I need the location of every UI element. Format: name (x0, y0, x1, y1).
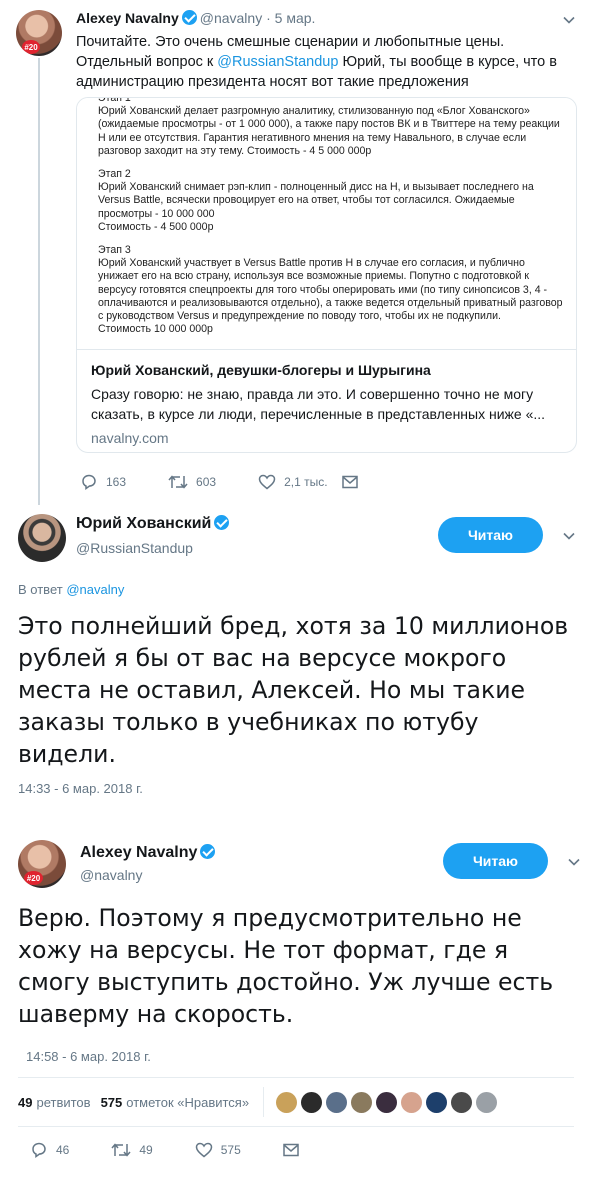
author-handle[interactable]: @RussianStandup (76, 540, 193, 556)
doc-stage3-head: Этап 3 (98, 244, 131, 256)
liker-avatar[interactable] (426, 1091, 448, 1113)
divider (263, 1087, 265, 1117)
link-card[interactable]: Этап 1 Юрий Хованский делает разгромную … (76, 97, 577, 453)
liker-avatar[interactable] (476, 1091, 498, 1113)
like-stat-count: 575 (100, 1094, 123, 1110)
doc-stage2: Юрий Хованский снимает рэп-клип - полноц… (98, 181, 534, 233)
card-title[interactable]: Юрий Хованский, девушки-блогеры и Шурыги… (91, 360, 562, 380)
reply-icon (82, 474, 96, 490)
tweet-text: Верю. Поэтому я предусмотрительно не хож… (18, 904, 554, 1028)
liker-avatar[interactable] (301, 1091, 323, 1113)
author-name[interactable]: Юрий Хованский (76, 515, 211, 532)
liker-avatar[interactable] (451, 1091, 473, 1113)
message-button[interactable] (341, 475, 366, 489)
reply-button[interactable]: 46 (30, 1142, 69, 1158)
reply-button[interactable]: 163 (80, 474, 126, 490)
liker-avatar[interactable] (326, 1091, 348, 1113)
tweet-header: Alexey Navalny @navalny · 5 мар. (76, 10, 315, 26)
card-meta[interactable]: Юрий Хованский, девушки-блогеры и Шурыги… (77, 349, 576, 452)
author-name[interactable]: Alexey Navalny (76, 10, 179, 26)
chevron-down-icon[interactable] (563, 530, 575, 542)
retweet-stat-count: 49 (18, 1094, 33, 1110)
avatar[interactable]: #20 (16, 10, 62, 56)
author-handle[interactable]: @navalny (200, 10, 262, 26)
tweet-actions: 46 49 575 (30, 1142, 349, 1158)
reply-tweet[interactable]: #20 Alexey Navalny @navalny Читаю Верю. … (0, 822, 594, 1178)
card-image-document: Этап 1 Юрий Хованский делает разгромную … (77, 98, 576, 349)
retweet-icon (168, 475, 188, 489)
doc-stage3: Юрий Хованский участвует в Versus Battle… (98, 257, 563, 336)
tweet-date[interactable]: 5 мар. (275, 10, 316, 26)
reply-icon (32, 1142, 46, 1158)
engagement-stats: 49 ретвитов 575 отметок «Нравится» (18, 1077, 574, 1127)
like-count: 575 (220, 1143, 241, 1157)
avatar-badge: #20 (22, 40, 40, 54)
avatar-badge: #20 (24, 871, 43, 885)
retweet-count: 603 (196, 475, 217, 489)
chevron-down-icon[interactable] (568, 856, 580, 868)
avatar[interactable]: #20 (18, 840, 66, 888)
retweet-button[interactable]: 603 (168, 474, 216, 490)
heart-icon (195, 1142, 212, 1158)
like-button[interactable]: 2,1 тыс. (258, 474, 328, 490)
author-name-row: Alexey Navalny (80, 844, 218, 862)
author-name[interactable]: Alexey Navalny (80, 844, 197, 861)
doc-stage1: Юрий Хованский делает разгромную аналити… (98, 105, 560, 157)
reply-count: 46 (56, 1143, 70, 1157)
reply-context: В ответ @navalny (18, 582, 124, 597)
retweet-stat-label: ретвитов (36, 1094, 91, 1110)
like-stat-label: отметок «Нравится» (126, 1094, 250, 1110)
retweet-icon (111, 1143, 131, 1157)
reply-count: 163 (106, 475, 127, 489)
retweet-stat[interactable]: 49 ретвитов (18, 1095, 91, 1110)
envelope-icon (341, 475, 358, 489)
retweet-count: 49 (139, 1143, 153, 1157)
reply-to-handle[interactable]: @navalny (66, 582, 124, 597)
main-tweet[interactable]: Юрий Хованский @RussianStandup Читаю В о… (0, 500, 594, 810)
liker-avatars (276, 1091, 501, 1113)
retweet-button[interactable]: 49 (111, 1142, 153, 1158)
liker-avatar[interactable] (376, 1091, 398, 1113)
heart-icon (258, 474, 276, 490)
dot-separator: · (266, 10, 271, 26)
verified-icon (214, 515, 230, 530)
liker-avatar[interactable] (401, 1091, 423, 1113)
liker-avatar[interactable] (351, 1091, 373, 1113)
chevron-down-icon[interactable] (563, 14, 575, 26)
author-name-row: Юрий Хованский (76, 515, 232, 533)
verified-icon (200, 844, 216, 859)
thread-line (38, 58, 40, 505)
avatar[interactable] (18, 514, 66, 562)
parent-tweet[interactable]: #20 Alexey Navalny @navalny · 5 мар. Почи… (0, 0, 594, 505)
tweet-timestamp[interactable]: 14:58 - 6 мар. 2018 г. (26, 1049, 151, 1064)
tweet-actions: 163 603 2,1 тыс. (80, 474, 408, 490)
message-button[interactable] (283, 1143, 307, 1157)
reply-to-label: В ответ (18, 582, 67, 597)
tweet-text: Это полнейший бред, хотя за 10 миллионов… (18, 612, 569, 768)
liker-avatar[interactable] (276, 1091, 298, 1113)
like-stat[interactable]: 575 отметок «Нравится» (101, 1095, 250, 1110)
following-button[interactable]: Читаю (438, 517, 543, 553)
tweet-text: Почитайте. Это очень смешные сценарии и … (76, 32, 576, 92)
mention-link[interactable]: @RussianStandup (217, 54, 338, 70)
card-description: Сразу говорю: не знаю, правда ли это. И … (91, 386, 546, 422)
tweet-timestamp[interactable]: 14:33 - 6 мар. 2018 г. (18, 781, 143, 796)
doc-stage2-head: Этап 2 (98, 168, 131, 180)
following-button[interactable]: Читаю (443, 843, 548, 879)
author-handle[interactable]: @navalny (80, 867, 142, 883)
like-count: 2,1 тыс. (284, 475, 328, 489)
like-button[interactable]: 575 (195, 1142, 241, 1158)
verified-icon (181, 10, 197, 25)
envelope-icon (283, 1143, 299, 1157)
card-domain: navalny.com (91, 430, 169, 446)
